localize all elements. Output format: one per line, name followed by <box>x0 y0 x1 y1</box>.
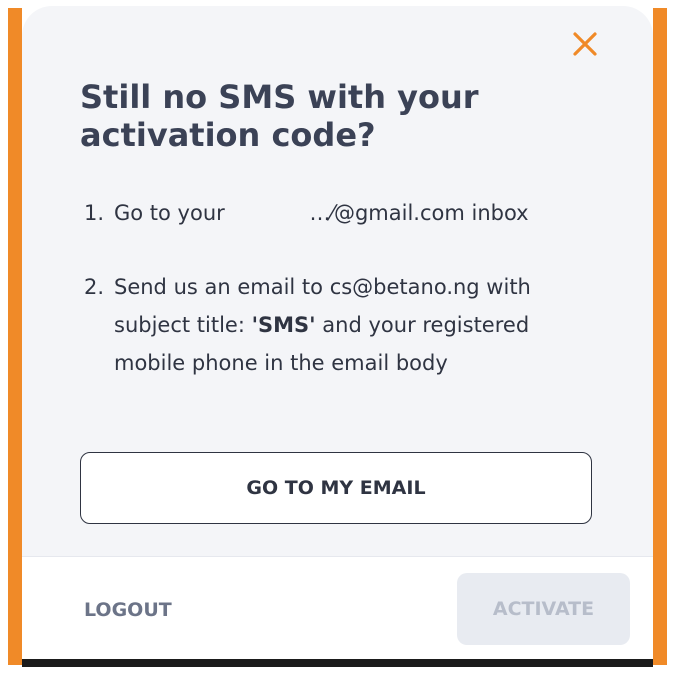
activate-button[interactable]: ACTIVATE <box>457 573 630 645</box>
screen: Still no SMS with your activation code? … <box>0 0 675 675</box>
background-strip-right <box>653 8 667 665</box>
step-text: Go to your …⁄@gmail.com inbox <box>114 194 604 232</box>
background-strip-left <box>8 8 22 665</box>
sms-subject-emphasis: 'SMS' <box>251 313 316 337</box>
step-text-end: …⁄@gmail.com inbox <box>309 201 529 225</box>
redacted-email-username <box>231 204 310 222</box>
logout-button[interactable]: LOGOUT <box>84 599 172 621</box>
instruction-step-1: 1. Go to your …⁄@gmail.com inbox <box>84 194 604 232</box>
instruction-step-2: 2. Send us an email to cs@betano.ng with… <box>84 268 604 382</box>
dialog-footer: LOGOUT ACTIVATE <box>22 556 653 659</box>
step-number: 1. <box>84 201 105 225</box>
close-icon <box>573 32 597 56</box>
step-text-start: Go to your <box>114 201 232 225</box>
step-text: Send us an email to cs@betano.ng with su… <box>114 268 604 382</box>
sms-help-dialog: Still no SMS with your activation code? … <box>22 6 653 659</box>
step-number: 2. <box>84 275 105 299</box>
dialog-title: Still no SMS with your activation code? <box>80 78 479 154</box>
bottom-bar <box>22 659 653 667</box>
instructions-list: 1. Go to your …⁄@gmail.com inbox 2. Send… <box>84 194 604 382</box>
go-to-email-button[interactable]: GO TO MY EMAIL <box>80 452 592 524</box>
close-button[interactable] <box>569 28 601 60</box>
